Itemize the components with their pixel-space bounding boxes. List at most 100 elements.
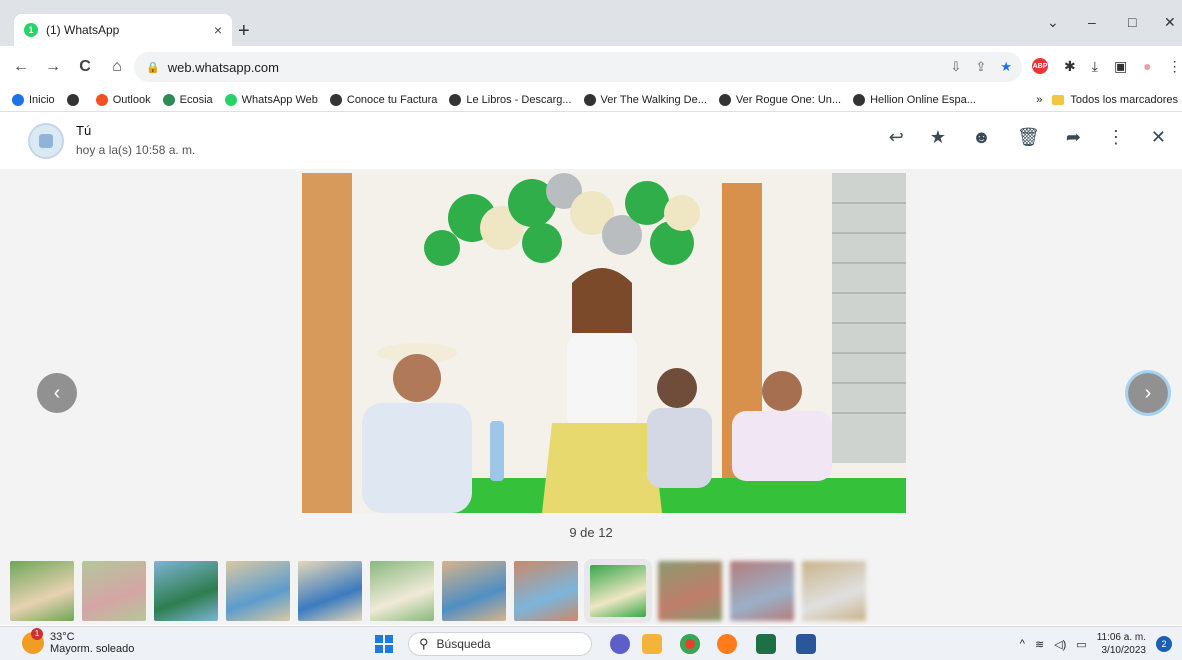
url-text: web.whatsapp.com <box>167 59 279 75</box>
temperature: 33°C <box>50 631 75 643</box>
bookmark-favicon-icon <box>12 93 24 106</box>
bookmark-item[interactable] <box>66 93 84 106</box>
media-viewer: Tú hoy a la(s) 10:58 a. m. ↩ ★ ☻ 🗑 ➦ ⋮ ✕ <box>0 113 1182 625</box>
home-button[interactable]: ⌂ <box>106 58 128 76</box>
tray-overflow-icon[interactable]: ^ <box>1020 638 1025 650</box>
emoji-react-icon[interactable]: ☻ <box>972 127 991 148</box>
thumbnail[interactable] <box>442 561 506 621</box>
avatar[interactable] <box>28 123 64 159</box>
clock-date: 3/10/2023 <box>1101 645 1147 656</box>
close-window-button[interactable]: ✕ <box>1164 14 1176 31</box>
chrome-taskbar-icon[interactable] <box>680 634 700 654</box>
windows-start-icon[interactable] <box>375 635 393 653</box>
bookmark-favicon-icon <box>449 93 462 106</box>
bookmark-item[interactable]: WhatsApp Web <box>224 93 318 106</box>
system-tray: ^ ≋ ◁) ▭ 11:06 a. m. 3/10/2023 2 <box>1020 631 1172 657</box>
delete-icon[interactable]: 🗑 <box>1017 127 1040 148</box>
side-panel-icon[interactable]: ▣ <box>1114 58 1127 75</box>
browser-tab[interactable]: 1 (1) WhatsApp × <box>14 14 232 46</box>
image-counter: 9 de 12 <box>569 525 613 540</box>
thumbnail[interactable] <box>658 561 722 621</box>
bookmark-label: WhatsApp Web <box>241 93 318 106</box>
star-message-icon[interactable]: ★ <box>930 127 946 148</box>
extensions-puzzle-icon[interactable]: ✱ <box>1064 58 1076 75</box>
tab-close-icon[interactable]: × <box>214 22 222 38</box>
next-image-button[interactable]: › <box>1128 373 1168 413</box>
teams-chat-icon[interactable] <box>610 634 630 654</box>
thumbnail[interactable] <box>298 561 362 621</box>
viewer-header: Tú hoy a la(s) 10:58 a. m. ↩ ★ ☻ 🗑 ➦ ⋮ ✕ <box>0 113 1182 169</box>
forward-icon[interactable]: ➦ <box>1066 127 1081 148</box>
bookmark-item[interactable]: Le Libros - Descarg... <box>449 93 572 106</box>
volume-icon[interactable]: ◁) <box>1054 638 1066 651</box>
event-photo-illustration <box>302 173 906 513</box>
browser-tab-strip: 1 (1) WhatsApp × + ⌄ – □ ✕ <box>0 0 1182 46</box>
bookmark-item[interactable]: Hellion Online Espa... <box>853 93 976 106</box>
chevron-right-icon: › <box>1144 381 1152 404</box>
taskbar-search[interactable]: ⚲ Búsqueda <box>408 632 592 656</box>
bookmarks-bar: Inicio Outlook Ecosia WhatsApp Web Conoce tu… <box>0 88 1182 112</box>
bookmark-label: Le Libros - Descarg... <box>466 93 572 106</box>
downloads-icon[interactable]: ⤓ <box>1092 58 1098 75</box>
excel-icon[interactable] <box>756 634 776 654</box>
search-icon: ⚲ <box>419 636 429 651</box>
chrome-menu-icon[interactable]: ⋮ <box>1168 58 1182 75</box>
address-bar[interactable]: 🔒 web.whatsapp.com ⇩ ⇪ ★ <box>134 52 1022 82</box>
tab-search-icon[interactable]: ⌄ <box>1047 14 1059 31</box>
forward-button[interactable]: → <box>42 58 64 76</box>
battery-icon[interactable]: ▭ <box>1076 638 1086 651</box>
thumbnail[interactable] <box>10 561 74 621</box>
windows-taskbar: 33°C Mayorm. soleado ⚲ Búsqueda ^ ≋ ◁) ▭… <box>0 626 1182 660</box>
close-viewer-icon[interactable]: ✕ <box>1151 127 1166 148</box>
previous-image-button[interactable]: ‹ <box>37 373 77 413</box>
bookmark-label: Ver The Walking De... <box>600 93 707 106</box>
word-icon[interactable] <box>796 634 816 654</box>
tab-title: (1) WhatsApp <box>46 23 120 37</box>
adblock-extension-icon[interactable]: ABP <box>1032 58 1048 74</box>
notification-badge[interactable]: 2 <box>1156 636 1172 652</box>
bookmark-favicon-icon <box>329 93 342 106</box>
reply-icon[interactable]: ↩ <box>889 127 904 148</box>
extensions-area: ABP ✱ ⤓ ▣ ● ⋮ <box>1032 58 1182 75</box>
file-explorer-icon[interactable] <box>642 634 662 654</box>
bookmark-item[interactable]: Ver The Walking De... <box>583 93 707 106</box>
bookmarks-overflow-button[interactable]: » <box>1036 94 1042 106</box>
weather-widget[interactable]: 33°C Mayorm. soleado <box>22 628 134 655</box>
bookmark-favicon-icon <box>583 93 596 106</box>
search-placeholder: Búsqueda <box>436 637 491 651</box>
install-app-icon[interactable]: ⇩ <box>951 59 962 75</box>
bookmark-item[interactable]: Outlook <box>95 93 151 106</box>
firefox-icon[interactable] <box>717 634 737 654</box>
chevron-left-icon: ‹ <box>53 381 61 404</box>
new-tab-button[interactable]: + <box>238 20 250 43</box>
maximize-button[interactable]: □ <box>1128 14 1136 30</box>
all-bookmarks-link[interactable]: Todos los marcadores <box>1070 94 1178 106</box>
thumbnail[interactable] <box>82 561 146 621</box>
minimize-button[interactable]: – <box>1088 14 1096 30</box>
thumbnail[interactable] <box>154 561 218 621</box>
thumbnail[interactable] <box>226 561 290 621</box>
bookmark-item[interactable]: Inicio <box>12 93 55 106</box>
more-options-icon[interactable]: ⋮ <box>1107 127 1125 148</box>
bookmark-item[interactable]: Conoce tu Factura <box>329 93 437 106</box>
thumbnail[interactable] <box>514 561 578 621</box>
bookmark-star-icon[interactable]: ★ <box>1000 59 1012 75</box>
clock[interactable]: 11:06 a. m. 3/10/2023 <box>1097 631 1146 657</box>
bookmark-item[interactable]: Ecosia <box>162 93 213 106</box>
back-button[interactable]: ← <box>10 58 32 76</box>
reload-button[interactable]: C <box>74 58 96 76</box>
thumbnail[interactable] <box>802 561 866 621</box>
profile-avatar-icon[interactable]: ● <box>1143 58 1151 75</box>
thumbnail[interactable] <box>730 561 794 621</box>
clock-time: 11:06 a. m. <box>1096 632 1146 643</box>
viewer-actions: ↩ ★ ☻ 🗑 ➦ ⋮ ✕ <box>889 127 1166 148</box>
bookmark-label: Ecosia <box>179 93 213 106</box>
thumbnail[interactable] <box>584 559 652 623</box>
bookmark-favicon-icon <box>66 93 79 106</box>
bookmark-item[interactable]: Ver Rogue One: Un... <box>718 93 841 106</box>
share-icon[interactable]: ⇪ <box>975 59 986 75</box>
folder-icon <box>1052 95 1065 105</box>
thumbnail[interactable] <box>370 561 434 621</box>
wifi-icon[interactable]: ≋ <box>1035 638 1044 651</box>
lock-icon[interactable]: 🔒 <box>146 61 160 74</box>
